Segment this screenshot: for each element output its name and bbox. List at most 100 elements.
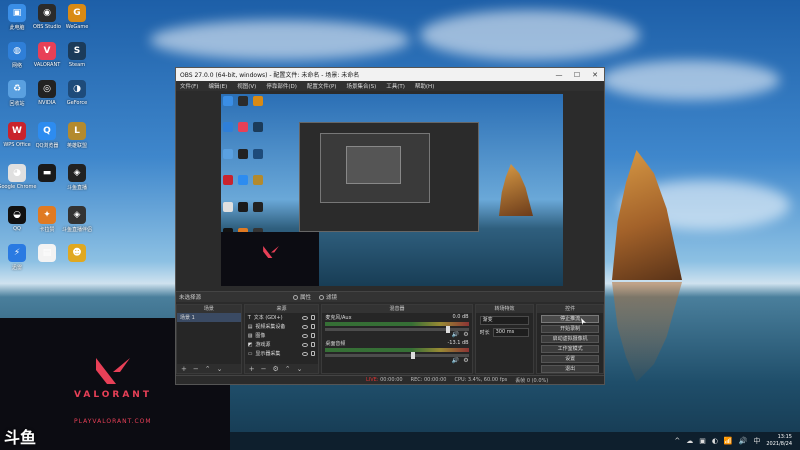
exit-button[interactable]: 退出 bbox=[541, 365, 600, 373]
source-properties-icon[interactable]: ⚙ bbox=[272, 365, 278, 373]
start-recording-button[interactable]: 开始录制 bbox=[541, 325, 600, 333]
desktop-icon[interactable]: ▤ bbox=[32, 244, 62, 264]
desktop-icon[interactable]: ✦ 卡拉赞 bbox=[32, 206, 62, 233]
desktop-icon[interactable]: ◒ QQ bbox=[2, 206, 32, 232]
desktop-icon[interactable]: V VALORANT bbox=[32, 42, 62, 68]
desktop-icon[interactable]: Q QQ浏览器 bbox=[32, 122, 62, 149]
network-icon[interactable]: 📶 bbox=[724, 437, 733, 445]
desktop-icon[interactable]: ◑ GeForce bbox=[62, 80, 92, 106]
lock-icon[interactable] bbox=[311, 315, 316, 320]
input-method-icon[interactable]: 中 bbox=[753, 436, 760, 446]
app-icon: L bbox=[68, 122, 86, 140]
remove-source-icon[interactable]: − bbox=[261, 365, 267, 373]
visibility-eye-icon[interactable] bbox=[302, 324, 309, 329]
visibility-eye-icon[interactable] bbox=[302, 342, 309, 347]
menu-tools[interactable]: 工具(T) bbox=[386, 82, 405, 90]
desktop-icon[interactable]: ◈ 斗鱼直播 bbox=[62, 164, 92, 191]
maximize-button[interactable]: ☐ bbox=[568, 71, 586, 79]
show-hidden-icons-button[interactable]: ^ bbox=[674, 437, 680, 445]
lock-icon[interactable] bbox=[311, 324, 316, 329]
lock-icon[interactable] bbox=[311, 351, 316, 356]
desktop-icon-label: QQ bbox=[13, 226, 21, 232]
gear-icon bbox=[293, 294, 299, 300]
gear-icon[interactable]: ⚙ bbox=[463, 331, 468, 338]
preview-desktop-icon bbox=[253, 175, 263, 186]
desktop-icon[interactable]: ◎ NVIDIA bbox=[32, 80, 62, 106]
desktop-icon-label: Google Chrome bbox=[0, 184, 37, 190]
source-item[interactable]: ▨ 图像 bbox=[245, 331, 319, 340]
desktop-icon[interactable]: ▬ bbox=[32, 164, 62, 184]
filters-button[interactable]: 滤镜 bbox=[319, 293, 337, 301]
lock-icon[interactable] bbox=[311, 342, 316, 347]
obs-window[interactable]: OBS 27.0.0 (64-bit, windows) - 配置文件: 未命名… bbox=[175, 67, 605, 385]
tray-app-icon[interactable]: ▣ bbox=[699, 437, 706, 445]
studio-mode-button[interactable]: 工作室模式 bbox=[541, 345, 600, 353]
desktop-icon[interactable]: ◕ Google Chrome bbox=[0, 164, 36, 190]
stop-streaming-button[interactable]: 停止推流 bbox=[541, 315, 600, 323]
menu-view[interactable]: 视图(V) bbox=[237, 82, 256, 90]
scene-up-icon[interactable]: ⌃ bbox=[205, 365, 211, 373]
speaker-icon[interactable]: 🔊 bbox=[452, 331, 459, 338]
gear-icon[interactable]: ⚙ bbox=[463, 357, 468, 364]
obs-titlebar[interactable]: OBS 27.0.0 (64-bit, windows) - 配置文件: 未命名… bbox=[176, 68, 604, 81]
volume-slider[interactable] bbox=[325, 326, 469, 333]
desktop-icon[interactable]: ◉ OBS Studio bbox=[32, 4, 62, 30]
source-up-icon[interactable]: ⌃ bbox=[285, 365, 291, 373]
desktop-icon[interactable]: G WeGame bbox=[62, 4, 92, 30]
start-virtual-camera-button[interactable]: 启动虚拟摄像机 bbox=[541, 335, 600, 343]
desktop-icon[interactable]: ◈ 斗鱼直播伴侣 bbox=[62, 206, 92, 233]
app-icon: ◎ bbox=[38, 80, 56, 98]
desktop-icon[interactable]: ◍ 网络 bbox=[2, 42, 32, 69]
source-item[interactable]: ▭ 显示器采集 bbox=[245, 349, 319, 358]
properties-button[interactable]: 属性 bbox=[293, 293, 311, 301]
desktop-icon[interactable]: ♻ 回收站 bbox=[2, 80, 32, 107]
rec-label: REC: bbox=[410, 377, 423, 383]
source-down-icon[interactable]: ⌄ bbox=[297, 365, 303, 373]
add-scene-icon[interactable]: + bbox=[181, 365, 187, 373]
source-item[interactable]: T 文本 (GDI+) bbox=[245, 313, 319, 322]
volume-slider-handle[interactable] bbox=[445, 326, 450, 333]
visibility-eye-icon[interactable] bbox=[302, 315, 309, 320]
filters-label: 滤镜 bbox=[326, 295, 338, 301]
source-item[interactable]: ▤ 视频采集设备 bbox=[245, 322, 319, 331]
preview-canvas[interactable] bbox=[221, 94, 563, 286]
close-button[interactable]: ✕ bbox=[586, 71, 604, 79]
settings-button[interactable]: 设置 bbox=[541, 355, 600, 363]
preview-desktop-icon bbox=[238, 96, 248, 106]
onedrive-icon[interactable]: ☁ bbox=[686, 437, 693, 445]
menu-edit[interactable]: 编辑(E) bbox=[208, 82, 227, 90]
desktop-icon[interactable]: ▣ 此电脑 bbox=[2, 4, 32, 31]
minimize-button[interactable]: — bbox=[550, 71, 568, 79]
volume-icon[interactable]: 🔊 bbox=[739, 437, 748, 445]
source-item[interactable]: ◩ 游戏源 bbox=[245, 340, 319, 349]
preview-desktop-icon bbox=[223, 122, 233, 133]
desktop-icon[interactable]: ☻ bbox=[62, 244, 92, 264]
app-icon: G bbox=[68, 4, 86, 22]
scene-item[interactable]: 场景 1 bbox=[177, 313, 241, 322]
menu-help[interactable]: 帮助(H) bbox=[415, 82, 434, 90]
system-clock[interactable]: 13:15 2021/8/24 bbox=[766, 434, 792, 448]
duration-input[interactable]: 300 ms bbox=[492, 328, 530, 337]
menu-file[interactable]: 文件(F) bbox=[180, 82, 198, 90]
tray-app-icon-2[interactable]: ◐ bbox=[712, 437, 718, 445]
app-icon: ▤ bbox=[38, 244, 56, 262]
desktop-icon[interactable]: S Steam bbox=[62, 42, 92, 68]
add-source-icon[interactable]: + bbox=[249, 365, 255, 373]
scene-down-icon[interactable]: ⌄ bbox=[217, 365, 223, 373]
desktop-icon[interactable]: L 英雄联盟 bbox=[62, 122, 92, 149]
visibility-eye-icon[interactable] bbox=[302, 351, 309, 356]
menu-profile[interactable]: 配置文件(P) bbox=[307, 82, 337, 90]
volume-slider[interactable] bbox=[325, 352, 469, 359]
menu-scene-collection[interactable]: 场景集合(S) bbox=[346, 82, 376, 90]
desktop-icon[interactable]: W WPS Office bbox=[2, 122, 32, 148]
remove-scene-icon[interactable]: − bbox=[193, 365, 199, 373]
visibility-eye-icon[interactable] bbox=[302, 333, 309, 338]
desktop-icon-label: OBS Studio bbox=[33, 24, 61, 30]
lock-icon[interactable] bbox=[311, 333, 316, 338]
transition-type-select[interactable]: 渐变 bbox=[479, 316, 530, 325]
preview-desktop-icon bbox=[253, 201, 263, 212]
speaker-icon[interactable]: 🔊 bbox=[452, 357, 459, 364]
volume-slider-handle[interactable] bbox=[411, 352, 416, 359]
menu-docks[interactable]: 停靠部件(D) bbox=[266, 82, 297, 90]
desktop-icon[interactable]: ⚡ 迅雷 bbox=[2, 244, 32, 271]
